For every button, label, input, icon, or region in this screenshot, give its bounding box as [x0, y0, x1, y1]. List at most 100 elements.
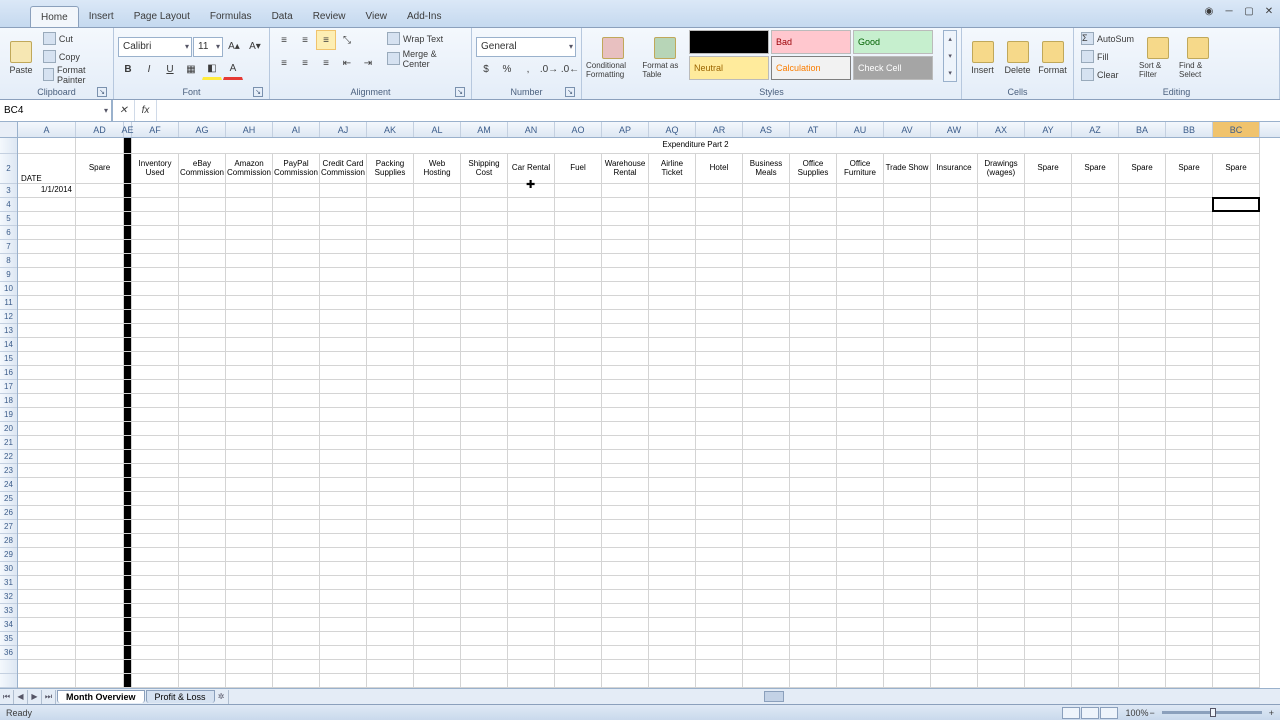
cell[interactable]: [1119, 464, 1166, 478]
cell[interactable]: [461, 492, 508, 506]
cell[interactable]: [1166, 408, 1213, 422]
cell[interactable]: [555, 436, 602, 450]
cell[interactable]: [76, 450, 124, 464]
cell[interactable]: [978, 436, 1025, 450]
cell[interactable]: [132, 324, 179, 338]
cell[interactable]: Drawings (wages): [978, 154, 1025, 184]
cell[interactable]: [132, 422, 179, 436]
cell[interactable]: [790, 310, 837, 324]
cell[interactable]: [226, 492, 273, 506]
cell[interactable]: [132, 478, 179, 492]
cell[interactable]: [931, 660, 978, 674]
cell[interactable]: [743, 618, 790, 632]
cell[interactable]: [649, 212, 696, 226]
cell[interactable]: [649, 352, 696, 366]
cell[interactable]: [931, 576, 978, 590]
cell[interactable]: [790, 548, 837, 562]
cell[interactable]: [931, 604, 978, 618]
cell[interactable]: [132, 604, 179, 618]
cell[interactable]: [76, 408, 124, 422]
cell[interactable]: [414, 268, 461, 282]
cell[interactable]: Business Meals: [743, 154, 790, 184]
cell[interactable]: [790, 212, 837, 226]
cell[interactable]: [132, 184, 179, 198]
cell[interactable]: [555, 198, 602, 212]
column-header[interactable]: AR: [696, 122, 743, 137]
cell[interactable]: [508, 324, 555, 338]
cell[interactable]: [649, 324, 696, 338]
cell[interactable]: [1213, 674, 1260, 688]
column-header[interactable]: AE: [124, 122, 132, 137]
cell[interactable]: [1166, 562, 1213, 576]
cell[interactable]: [1025, 492, 1072, 506]
cell[interactable]: Packing Supplies: [367, 154, 414, 184]
cell[interactable]: [1213, 590, 1260, 604]
cell[interactable]: [1119, 520, 1166, 534]
cell[interactable]: [273, 660, 320, 674]
cell[interactable]: [273, 632, 320, 646]
cell[interactable]: [790, 562, 837, 576]
cell[interactable]: [226, 338, 273, 352]
cell[interactable]: [461, 296, 508, 310]
cell[interactable]: [508, 632, 555, 646]
cell[interactable]: [226, 674, 273, 688]
cell[interactable]: [696, 394, 743, 408]
cell[interactable]: [884, 310, 931, 324]
autosum-button[interactable]: ΣAutoSum: [1078, 30, 1137, 47]
cell[interactable]: [696, 338, 743, 352]
cell[interactable]: [931, 436, 978, 450]
cell[interactable]: [226, 198, 273, 212]
cell[interactable]: [461, 562, 508, 576]
cell[interactable]: [1072, 254, 1119, 268]
cell[interactable]: [931, 296, 978, 310]
cell[interactable]: [696, 212, 743, 226]
cell[interactable]: [124, 324, 132, 338]
cell[interactable]: [1166, 310, 1213, 324]
cell[interactable]: [367, 548, 414, 562]
cell[interactable]: [696, 506, 743, 520]
cell[interactable]: [414, 226, 461, 240]
cell[interactable]: [790, 450, 837, 464]
cell[interactable]: [76, 590, 124, 604]
cell[interactable]: [76, 394, 124, 408]
cell[interactable]: [555, 338, 602, 352]
cell[interactable]: [978, 464, 1025, 478]
cell[interactable]: [649, 296, 696, 310]
cell[interactable]: [837, 674, 884, 688]
cell[interactable]: [461, 198, 508, 212]
cell[interactable]: [124, 464, 132, 478]
cell[interactable]: [461, 184, 508, 198]
cell[interactable]: [18, 268, 76, 282]
cell[interactable]: [320, 268, 367, 282]
number-dialog-icon[interactable]: ↘: [565, 87, 575, 97]
cell[interactable]: [367, 366, 414, 380]
cell[interactable]: [602, 338, 649, 352]
cell[interactable]: [1119, 352, 1166, 366]
cell[interactable]: [132, 674, 179, 688]
cell[interactable]: [76, 534, 124, 548]
cell[interactable]: [320, 422, 367, 436]
cell[interactable]: [179, 338, 226, 352]
cell[interactable]: [790, 366, 837, 380]
cell[interactable]: [1072, 338, 1119, 352]
cell[interactable]: [884, 520, 931, 534]
cell[interactable]: [132, 632, 179, 646]
cell[interactable]: [1025, 338, 1072, 352]
row-header[interactable]: [0, 138, 17, 154]
cell[interactable]: [273, 604, 320, 618]
cell[interactable]: Car Rental: [508, 154, 555, 184]
cell[interactable]: [1213, 478, 1260, 492]
cell[interactable]: [978, 520, 1025, 534]
cell[interactable]: [1166, 590, 1213, 604]
row-header[interactable]: [0, 660, 17, 674]
cell[interactable]: [1213, 492, 1260, 506]
cell[interactable]: [124, 590, 132, 604]
comma-button[interactable]: ,: [518, 60, 538, 80]
cell[interactable]: [367, 632, 414, 646]
cell[interactable]: Spare: [1072, 154, 1119, 184]
cell[interactable]: [1119, 632, 1166, 646]
cell[interactable]: [1072, 184, 1119, 198]
cell[interactable]: [18, 618, 76, 632]
cell[interactable]: [1072, 618, 1119, 632]
cell[interactable]: [978, 618, 1025, 632]
